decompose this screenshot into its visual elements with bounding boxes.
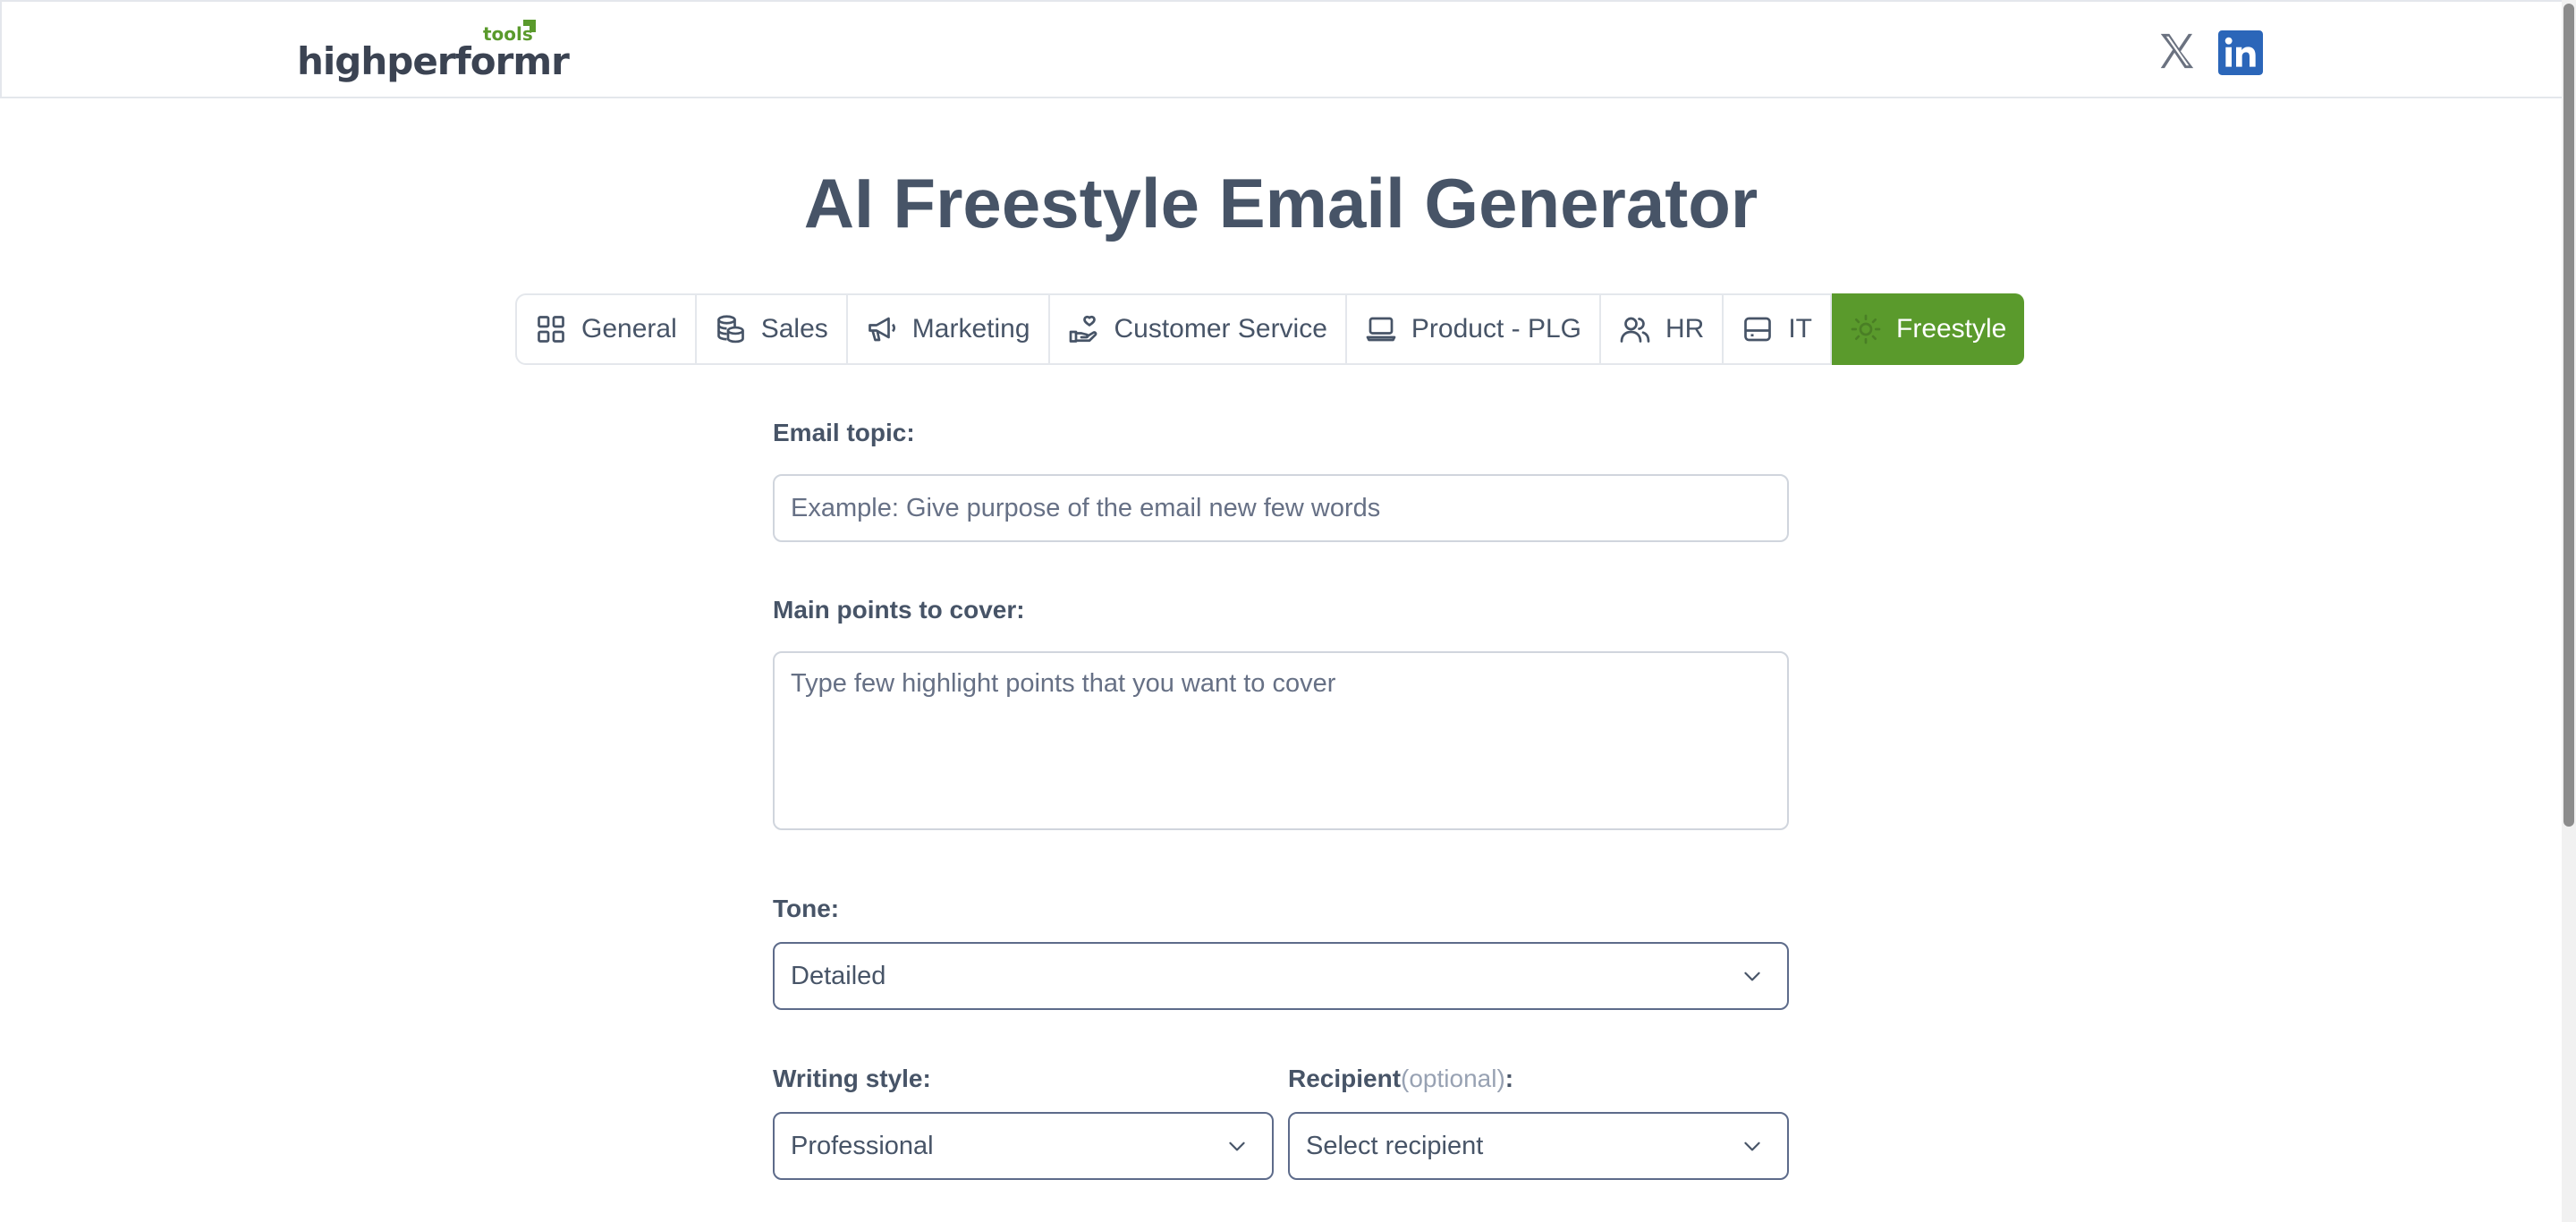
page-title: AI Freestyle Email Generator: [803, 164, 1758, 242]
x-icon[interactable]: [2156, 30, 2197, 72]
chevron-down-icon: [1744, 972, 1760, 981]
chevron-down-icon: [1744, 1141, 1760, 1151]
writing-style-label: Writing style:: [773, 1065, 931, 1092]
recipient-select[interactable]: Select recipient: [1288, 1112, 1789, 1180]
logo-mark-icon: [523, 20, 536, 32]
recipient-label-suffix: :: [1504, 1065, 1514, 1092]
recipient-optional-hint: (optional): [1401, 1065, 1505, 1092]
tab-label: General: [581, 314, 677, 344]
tab-hr[interactable]: HR: [1601, 295, 1724, 363]
tab-label: Product - PLG: [1411, 314, 1581, 344]
tab-label: HR: [1665, 314, 1705, 344]
category-tabs: General Sales Marketing Customer Service…: [515, 293, 2025, 365]
recipient-label: Recipient(optional):: [1288, 1065, 1513, 1093]
tab-label: IT: [1788, 314, 1812, 344]
writing-style-select[interactable]: Professional: [773, 1112, 1274, 1180]
recipient-value: Select recipient: [1306, 1131, 1484, 1160]
linkedin-icon[interactable]: [2218, 30, 2263, 75]
tab-it[interactable]: IT: [1724, 295, 1832, 363]
logo-text: highperformr: [297, 39, 570, 83]
laptop-icon: [1366, 317, 1396, 342]
sun-icon: [1851, 314, 1881, 344]
tab-label: Marketing: [911, 314, 1030, 344]
site-header: highperformr tools: [0, 0, 2562, 98]
recipient-label-text: Recipient: [1288, 1065, 1402, 1092]
chevron-down-icon: [1229, 1141, 1245, 1151]
main-points-textarea[interactable]: [773, 651, 1789, 830]
main-points-label: Main points to cover:: [773, 596, 1025, 624]
tab-freestyle[interactable]: Freestyle: [1832, 293, 2025, 365]
hard-drive-icon: [1744, 317, 1772, 342]
scrollbar-thumb[interactable]: [2563, 4, 2574, 827]
megaphone-icon: [868, 317, 895, 342]
tab-label: Sales: [760, 314, 828, 344]
tone-label: Tone:: [773, 895, 840, 922]
tab-customer-service[interactable]: Customer Service: [1050, 295, 1347, 363]
tab-marketing[interactable]: Marketing: [848, 295, 1050, 363]
tab-label: Customer Service: [1114, 314, 1327, 344]
email-topic-label: Email topic:: [773, 419, 915, 446]
grid-icon: [538, 316, 564, 343]
tone-value: Detailed: [791, 961, 886, 990]
tab-label: Freestyle: [1896, 314, 2007, 344]
hand-heart-icon: [1069, 315, 1097, 343]
writing-style-value: Professional: [791, 1131, 934, 1160]
tab-product-plg[interactable]: Product - PLG: [1347, 295, 1601, 363]
coins-icon: [716, 315, 744, 344]
tab-sales[interactable]: Sales: [697, 295, 848, 363]
users-icon: [1620, 317, 1650, 343]
tab-general[interactable]: General: [517, 295, 697, 363]
email-topic-input[interactable]: [773, 474, 1789, 542]
tone-select[interactable]: Detailed: [773, 942, 1789, 1010]
